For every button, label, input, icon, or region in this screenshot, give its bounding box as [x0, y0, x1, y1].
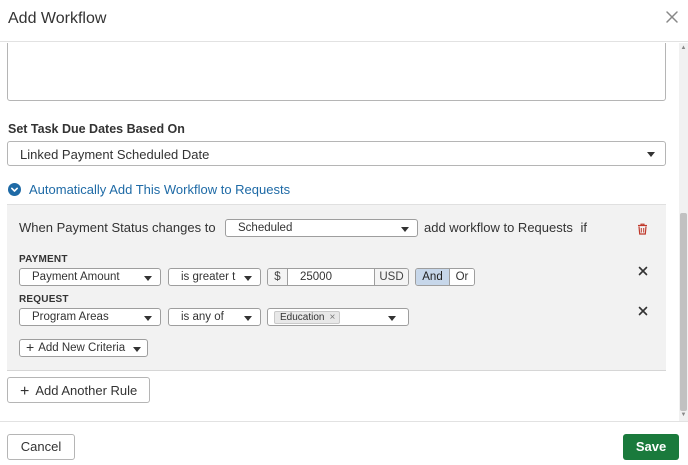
chevron-down-icon — [133, 347, 142, 352]
currency-suffix: USD — [374, 269, 408, 285]
auto-add-label: Automatically Add This Workflow to Reque… — [29, 181, 291, 197]
tag-remove-icon[interactable]: × — [329, 312, 335, 323]
chevron-down-circle-icon — [8, 182, 21, 196]
criteria-field-value: Payment Amount — [32, 271, 120, 283]
trash-icon[interactable] — [637, 222, 648, 235]
chevron-down-icon — [401, 227, 409, 232]
rule-if-label: if — [580, 220, 587, 235]
plus-icon: + — [26, 339, 35, 355]
scroll-up-icon[interactable]: ▲ — [680, 44, 687, 52]
add-workflow-dialog: Add Workflow Set Task Due Dates Based On… — [0, 0, 688, 465]
close-icon[interactable] — [664, 9, 680, 25]
criteria-field-select[interactable]: Payment Amount — [19, 268, 161, 286]
rule-suffix-text: add workflow to Requests if — [424, 220, 587, 235]
chevron-down-icon — [244, 316, 252, 321]
payment-status-value: Scheduled — [238, 222, 293, 234]
tag-chip: Education × — [274, 311, 341, 324]
plus-icon: + — [20, 383, 30, 400]
dialog-header: Add Workflow — [0, 0, 688, 42]
add-rule-label: Add Another Rule — [35, 383, 138, 398]
scroll-down-icon[interactable]: ▼ — [680, 411, 687, 419]
save-button[interactable]: Save — [623, 434, 679, 460]
payment-status-select[interactable]: Scheduled — [225, 219, 418, 237]
amount-input-group: $ USD — [267, 268, 409, 286]
criteria-section-payment: PAYMENT — [19, 254, 68, 265]
add-new-criteria-button[interactable]: + Add New Criteria — [19, 339, 149, 357]
due-dates-selected-value: Linked Payment Scheduled Date — [20, 147, 210, 162]
dialog-title: Add Workflow — [8, 10, 107, 27]
cancel-button[interactable]: Cancel — [7, 434, 75, 460]
criteria-operator-value: is any of — [181, 311, 224, 323]
and-option[interactable]: And — [416, 269, 450, 285]
remove-criteria-icon[interactable] — [638, 303, 648, 316]
criteria-operator-select[interactable]: is any of — [168, 308, 261, 326]
dialog-footer: Cancel Save — [0, 421, 688, 465]
dialog-body: Set Task Due Dates Based On Linked Payme… — [0, 43, 688, 421]
criteria-section-request: REQUEST — [19, 294, 69, 305]
description-textarea[interactable] — [7, 43, 666, 101]
scrollbar-thumb[interactable] — [680, 213, 687, 411]
chevron-down-icon — [647, 152, 655, 157]
criteria-field-select[interactable]: Program Areas — [19, 308, 161, 326]
or-option[interactable]: Or — [450, 269, 474, 285]
chevron-down-icon — [144, 276, 152, 281]
due-dates-select[interactable]: Linked Payment Scheduled Date — [7, 141, 666, 166]
due-dates-label: Set Task Due Dates Based On — [8, 122, 185, 136]
chevron-down-icon — [144, 316, 152, 321]
currency-prefix: $ — [268, 269, 288, 285]
amount-input[interactable] — [288, 269, 374, 285]
add-criteria-label: Add New Criteria — [38, 342, 126, 354]
criteria-operator-select[interactable]: is greater t — [168, 268, 261, 286]
and-or-toggle: And Or — [415, 268, 475, 286]
scrollbar[interactable]: ▲ ▼ — [679, 43, 688, 421]
chevron-down-icon — [388, 316, 396, 321]
workflow-rule: When Payment Status changes to Scheduled… — [7, 204, 666, 371]
chevron-down-icon — [244, 276, 252, 281]
criteria-operator-value: is greater t — [181, 271, 236, 283]
program-areas-multiselect[interactable]: Education × — [267, 308, 409, 326]
tag-label: Education — [280, 312, 325, 323]
add-another-rule-button[interactable]: + Add Another Rule — [7, 377, 151, 403]
criteria-field-value: Program Areas — [32, 311, 109, 323]
rule-prefix-text: When Payment Status changes to — [19, 220, 216, 235]
auto-add-toggle[interactable]: Automatically Add This Workflow to Reque… — [8, 180, 290, 198]
remove-criteria-icon[interactable] — [638, 263, 648, 276]
rule-suffix-label: add workflow to Requests — [424, 220, 573, 235]
